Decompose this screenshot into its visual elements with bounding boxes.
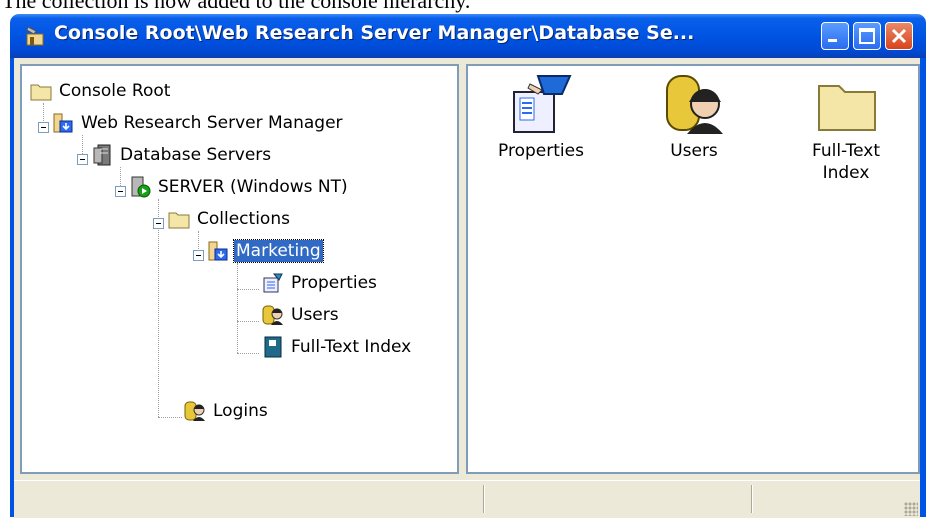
server-running-icon — [131, 176, 151, 198]
tree-line — [158, 417, 182, 418]
tree-label: Collections — [197, 209, 290, 229]
properties-icon — [263, 273, 283, 293]
logins-icon — [184, 401, 205, 421]
collapse-collections[interactable] — [153, 218, 164, 229]
users-icon — [666, 75, 723, 134]
details-item-users[interactable]: Users — [634, 72, 754, 162]
tree-label: Full-Text Index — [291, 337, 412, 357]
tree-item-logins[interactable]: Logins — [184, 397, 270, 425]
details-item-full-text-index[interactable]: Full-Text Index — [786, 72, 906, 184]
caption-text: The collection is now added to the conso… — [2, 0, 471, 13]
maximize-icon — [859, 28, 875, 44]
tree-line — [237, 263, 238, 353]
tree-item-users[interactable]: Users — [262, 301, 341, 329]
tree-label: Users — [291, 305, 339, 325]
folder-icon — [30, 84, 52, 101]
tree-label: Marketing — [233, 239, 324, 263]
collapse-marketing[interactable] — [193, 250, 204, 261]
close-icon — [891, 28, 907, 44]
close-button[interactable] — [885, 22, 913, 50]
collapse-database-servers[interactable] — [77, 154, 88, 165]
tree-label: Console Root — [59, 81, 171, 101]
properties-icon — [513, 75, 572, 133]
tree-item-web-research-server-manager[interactable]: Web Research Server Manager — [52, 109, 345, 137]
console-tree[interactable]: Console Root Web Research Server Manager… — [20, 64, 459, 474]
folder-icon — [168, 212, 190, 229]
collection-icon — [208, 241, 228, 261]
database-servers-icon — [93, 144, 111, 166]
folder-icon — [818, 85, 876, 131]
window-frame: Console Root Web Research Server Manager… — [10, 58, 926, 518]
title-bar[interactable]: Console Root\Web Research Server Manager… — [10, 14, 926, 58]
server-manager-icon — [53, 113, 73, 133]
minimize-icon — [828, 39, 837, 42]
tree-item-marketing[interactable]: Marketing — [207, 237, 324, 265]
tree-item-database-servers[interactable]: Database Servers — [91, 141, 273, 169]
details-item-label: Full-Text Index — [811, 141, 881, 183]
console-icon — [26, 26, 44, 46]
details-pane[interactable]: Properties Users Full-Text Index — [466, 64, 920, 474]
collapse-server[interactable] — [115, 186, 126, 197]
client-area: Console Root Web Research Server Manager… — [14, 58, 920, 518]
status-divider — [751, 485, 753, 513]
resize-grip-icon[interactable] — [904, 502, 918, 516]
maximize-button[interactable] — [853, 22, 881, 50]
tree-line — [237, 321, 259, 322]
tree-line — [237, 353, 259, 354]
tree-label: Logins — [213, 401, 268, 421]
index-book-icon — [264, 336, 282, 358]
details-item-properties[interactable]: Properties — [481, 72, 601, 162]
tree-label: SERVER (Windows NT) — [158, 177, 348, 197]
window-title: Console Root\Web Research Server Manager… — [54, 22, 695, 44]
tree-line — [237, 289, 259, 290]
mmc-window: Console Root\Web Research Server Manager… — [10, 14, 926, 518]
users-icon — [262, 305, 283, 325]
tree-item-collections[interactable]: Collections — [168, 205, 292, 233]
minimize-button[interactable] — [821, 22, 849, 50]
status-bar — [14, 480, 920, 518]
tree-item-server[interactable]: SERVER (Windows NT) — [129, 173, 350, 201]
details-item-label: Properties — [498, 141, 584, 161]
tree-item-console-root[interactable]: Console Root — [30, 77, 172, 105]
tree-label: Properties — [291, 273, 377, 293]
tree-item-properties[interactable]: Properties — [262, 269, 379, 297]
tree-label: Web Research Server Manager — [81, 113, 343, 133]
tree-label: Database Servers — [120, 145, 272, 165]
collapse-web-research[interactable] — [38, 122, 49, 133]
status-divider — [483, 485, 485, 513]
details-item-label: Users — [670, 141, 718, 161]
tree-line — [158, 199, 159, 417]
tree-item-full-text-index[interactable]: Full-Text Index — [262, 333, 413, 361]
